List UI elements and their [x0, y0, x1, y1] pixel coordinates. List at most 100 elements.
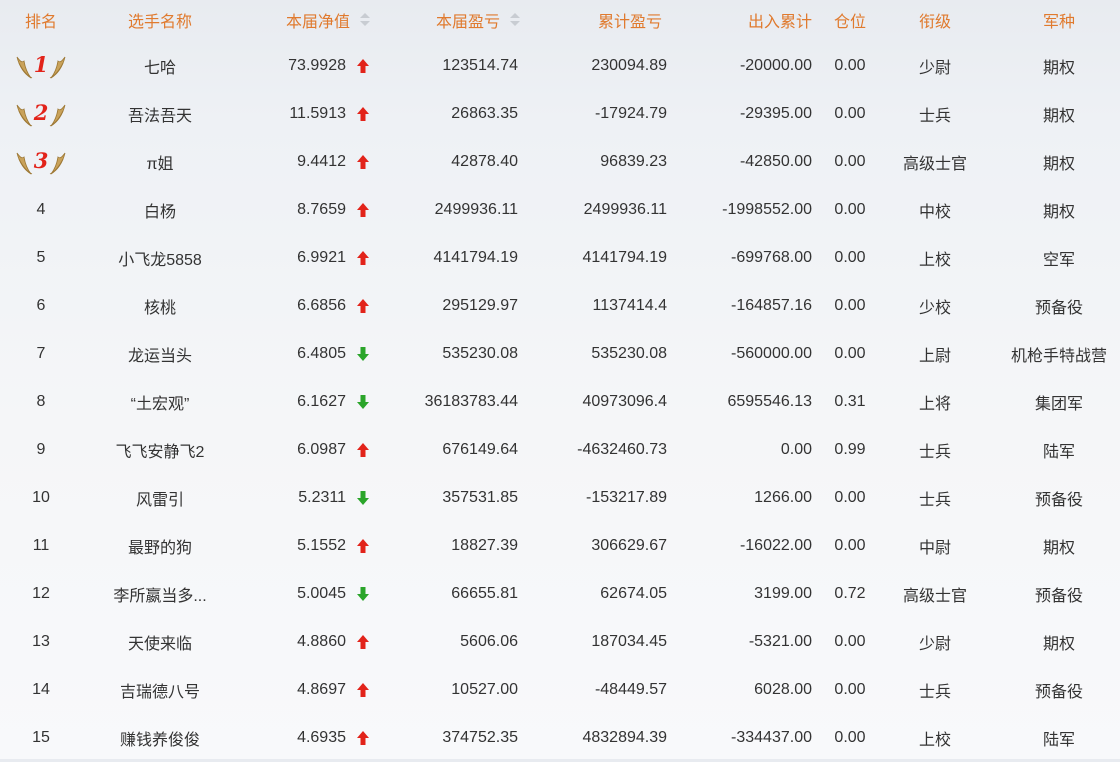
branch: 空军: [1042, 252, 1075, 269]
rank-cell: 3: [0, 138, 82, 186]
in-out-value: -334437.00: [731, 729, 812, 746]
medal-wings-icon: 3: [15, 147, 67, 177]
position-value: 0.00: [834, 57, 866, 74]
position-value: 0.00: [834, 729, 866, 746]
profit-value: 5606.06: [460, 633, 518, 650]
rank-number: 5: [36, 249, 46, 266]
player-name[interactable]: 小飞龙5858: [90, 234, 230, 282]
table-row[interactable]: 5 小飞龙5858 6.9921 4141794.19 4141794.19 -69976…: [0, 234, 1120, 282]
rank-number: 11: [32, 537, 50, 554]
branch: 机枪手特战营: [1010, 348, 1107, 365]
player-name[interactable]: 赚钱养俊俊: [90, 714, 230, 762]
col-profit-header[interactable]: 本届盈亏: [390, 0, 520, 40]
table-row[interactable]: 9 飞飞安静飞2 6.0987 676149.64 -4632460.73 0.00 0.9…: [0, 426, 1120, 474]
net-value: 6.4805: [297, 345, 346, 362]
table-row[interactable]: 6 核桃 6.6856 295129.97 1137414.4 -164857.16 0.0…: [0, 282, 1120, 330]
net-value-cell: 6.9921: [240, 234, 370, 282]
in-out-value: -699768.00: [731, 249, 812, 266]
branch: 陆军: [1042, 444, 1075, 461]
table-row[interactable]: 11 最野的狗 5.1552 18827.39 306629.67 -16022.00 0.…: [0, 522, 1120, 570]
table-row[interactable]: 13 天使来临 4.8860 5606.06 187034.45 -5321.00 0.00…: [0, 618, 1120, 666]
rank-number: 2: [33, 100, 49, 125]
total-profit-value: 40973096.4: [582, 393, 667, 410]
player-name[interactable]: 吾法吾天: [90, 90, 230, 138]
sort-icon[interactable]: [360, 13, 370, 27]
in-out-value: 1266.00: [754, 489, 812, 506]
in-out-value: -29395.00: [739, 105, 812, 122]
player-name[interactable]: 李所嬴当多...: [90, 570, 230, 618]
player-name[interactable]: 白杨: [90, 186, 230, 234]
rank-cell: 2: [0, 90, 82, 138]
col-net-value-header[interactable]: 本届净值: [240, 0, 370, 40]
profit-value: 123514.74: [442, 57, 518, 74]
player-name[interactable]: π姐: [90, 138, 230, 186]
table-row[interactable]: 1 七哈 73.9928 123514.74 230094.89 -20000.00 0.0…: [0, 42, 1120, 90]
table-row[interactable]: 15 赚钱养俊俊 4.6935 374752.35 4832894.39 -334437.…: [0, 714, 1120, 762]
total-profit-value: 2499936.11: [583, 201, 667, 218]
rank-number: 15: [32, 729, 50, 746]
player-name[interactable]: 最野的狗: [90, 522, 230, 570]
table-row[interactable]: 7 龙运当头 6.4805 535230.08 535230.08 -560000.00 0…: [0, 330, 1120, 378]
col-position-header: 仓位: [833, 14, 866, 31]
net-value-cell: 5.1552: [240, 522, 370, 570]
position-value: 0.72: [834, 585, 866, 602]
profit-value: 18827.39: [451, 537, 518, 554]
net-value-cell: 11.5913: [240, 90, 370, 138]
table-row[interactable]: 14 吉瑞德八号 4.8697 10527.00 -48449.57 6028.00 0.0…: [0, 666, 1120, 714]
net-value-cell: 6.4805: [240, 330, 370, 378]
trend-up-icon: [356, 154, 370, 170]
player-name[interactable]: 吉瑞德八号: [90, 666, 230, 714]
table-row[interactable]: 12 李所嬴当多... 5.0045 66655.81 62674.05 3199.00 0…: [0, 570, 1120, 618]
player-name[interactable]: 核桃: [90, 282, 230, 330]
trend-down-icon: [356, 394, 370, 410]
net-value-cell: 4.8697: [240, 666, 370, 714]
table-body: 1 七哈 73.9928 123514.74 230094.89 -20000.00 0.0…: [0, 42, 1120, 762]
rank-title: 上校: [918, 732, 951, 749]
net-value-cell: 6.6856: [240, 282, 370, 330]
net-value: 6.1627: [297, 393, 346, 410]
position-value: 0.00: [834, 489, 866, 506]
branch: 预备役: [1034, 588, 1083, 605]
net-value: 6.0987: [297, 441, 346, 458]
table-row[interactable]: 2 吾法吾天 11.5913 26863.35 -17924.79 -29395.00 0.…: [0, 90, 1120, 138]
in-out-value: 6595546.13: [727, 393, 812, 410]
table-row[interactable]: 3 π姐 9.4412 42878.40 96839.23 -42850.00 0.00 高级…: [0, 138, 1120, 186]
rank-title: 高级士官: [902, 588, 967, 605]
net-value-cell: 6.0987: [240, 426, 370, 474]
profit-value: 535230.08: [442, 345, 518, 362]
player-name[interactable]: 龙运当头: [90, 330, 230, 378]
player-name[interactable]: 七哈: [90, 42, 230, 90]
trend-up-icon: [356, 682, 370, 698]
player-name[interactable]: 风雷引: [90, 474, 230, 522]
table-row[interactable]: 8 “土宏观” 6.1627 36183783.44 40973096.4 6595546…: [0, 378, 1120, 426]
col-branch-header: 军种: [1042, 14, 1075, 31]
table-row[interactable]: 10 风雷引 5.2311 357531.85 -153217.89 1266.00 0.0…: [0, 474, 1120, 522]
profit-value: 374752.35: [442, 729, 518, 746]
rank-number: 1: [33, 52, 49, 77]
total-profit-value: -4632460.73: [577, 441, 667, 458]
col-in-out-header: 出入累计: [747, 14, 812, 31]
trend-up-icon: [356, 634, 370, 650]
player-name[interactable]: 天使来临: [90, 618, 230, 666]
trend-down-icon: [356, 586, 370, 602]
in-out-value: -1998552.00: [722, 201, 812, 218]
in-out-value: -164857.16: [731, 297, 812, 314]
rank-title: 士兵: [918, 684, 951, 701]
net-value: 5.2311: [298, 489, 346, 506]
sort-icon[interactable]: [510, 13, 520, 27]
net-value: 4.8697: [297, 681, 346, 698]
trend-up-icon: [356, 202, 370, 218]
net-value: 6.9921: [297, 249, 346, 266]
player-name[interactable]: 飞飞安静飞2: [90, 426, 230, 474]
leaderboard-table: 排名 选手名称 本届净值 本届盈亏 累计盈亏 出入累计 仓位 衔级 军种 1 七哈…: [0, 0, 1120, 762]
rank-title: 少校: [918, 300, 951, 317]
rank-number: 7: [36, 345, 46, 362]
table-row[interactable]: 4 白杨 8.7659 2499936.11 2499936.11 -1998552.00…: [0, 186, 1120, 234]
rank-number: 10: [32, 489, 50, 506]
in-out-value: -42850.00: [739, 153, 812, 170]
player-name[interactable]: “土宏观”: [90, 378, 230, 426]
col-total-profit-header: 累计盈亏: [597, 14, 662, 31]
profit-value: 357531.85: [442, 489, 518, 506]
col-rank-header: 排名: [24, 14, 57, 31]
trend-down-icon: [356, 490, 370, 506]
